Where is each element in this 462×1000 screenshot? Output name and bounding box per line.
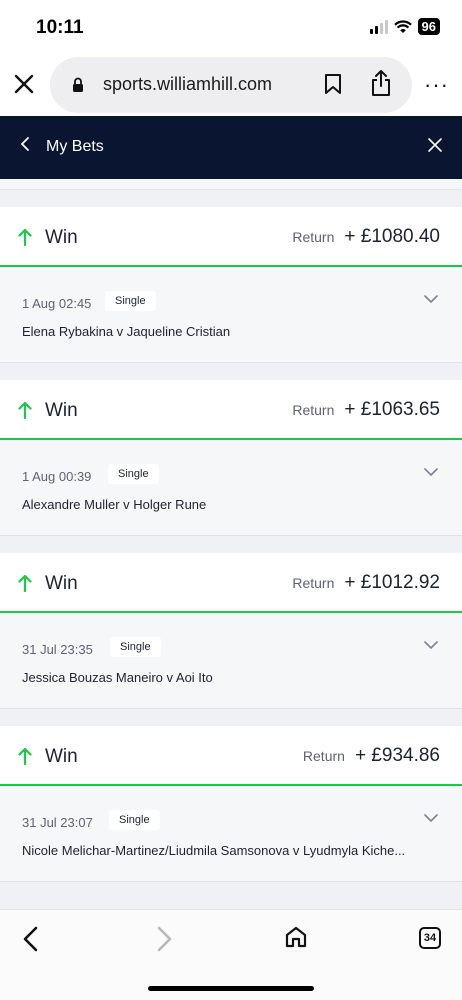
bet-summary: Win Return + £1063.65 <box>0 380 462 440</box>
bookmark-icon[interactable] <box>324 73 342 100</box>
back-icon[interactable] <box>20 136 30 157</box>
more-icon[interactable]: ··· <box>424 74 449 96</box>
bet-card[interactable]: Win Return + £1080.40 1 Aug 02:45 Single… <box>0 207 462 363</box>
browser-toolbar: sports.williamhill.com ··· <box>0 52 462 116</box>
close-icon[interactable] <box>12 72 36 96</box>
back-icon[interactable] <box>22 926 40 957</box>
bet-card[interactable]: Win Return + £1063.65 1 Aug 00:39 Single… <box>0 380 462 536</box>
return-amount: + £1063.65 <box>344 399 440 420</box>
bet-type-badge: Single <box>109 810 160 830</box>
bet-details: 1 Aug 02:45 Single Elena Rybakina v Jaqu… <box>0 267 462 363</box>
return-amount: + £934.86 <box>354 745 440 766</box>
previous-bet-edge <box>0 179 462 190</box>
page-title: My Bets <box>46 138 104 155</box>
win-arrow-icon <box>18 401 32 424</box>
return-amount: + £1012.92 <box>344 572 440 593</box>
bet-event: Alexandre Muller v Holger Rune <box>22 497 207 512</box>
win-arrow-icon <box>18 228 32 251</box>
bet-date: 1 Aug 00:39 <box>22 469 92 484</box>
return-info: Return + £934.86 <box>303 745 440 767</box>
battery-icon: 96 <box>417 18 440 35</box>
bet-event: Elena Rybakina v Jaqueline Cristian <box>22 324 231 339</box>
signal-icon <box>369 19 388 34</box>
bet-event: Jessica Bouzas Maneiro v Aoi Ito <box>22 670 213 685</box>
bet-result: Win <box>45 227 78 248</box>
tabs-icon[interactable]: 34 <box>419 927 441 949</box>
bet-result: Win <box>45 573 78 594</box>
bet-summary: Win Return + £1012.92 <box>0 553 462 613</box>
browser-bottom-bar: 34 <box>0 909 462 1000</box>
return-info: Return + £1063.65 <box>292 399 440 421</box>
bet-summary: Win Return + £1080.40 <box>0 207 462 267</box>
status-indicators: 96 <box>369 18 440 35</box>
bet-details: 31 Jul 23:07 Single Nicole Melichar-Mart… <box>0 786 462 882</box>
return-label: Return <box>292 402 335 418</box>
bet-card[interactable]: Win Return + £1012.92 31 Jul 23:35 Singl… <box>0 553 462 709</box>
chevron-down-icon[interactable] <box>424 637 438 655</box>
forward-icon[interactable] <box>155 926 173 957</box>
chevron-down-icon[interactable] <box>424 291 438 309</box>
share-icon[interactable] <box>370 69 392 102</box>
bet-type-badge: Single <box>108 464 159 484</box>
url-text: sports.williamhill.com <box>103 74 273 94</box>
bet-date: 31 Jul 23:35 <box>22 642 93 657</box>
bet-details: 31 Jul 23:35 Single Jessica Bouzas Manei… <box>0 613 462 709</box>
bet-date: 1 Aug 02:45 <box>22 296 92 311</box>
bet-type-badge: Single <box>110 637 161 657</box>
chevron-down-icon[interactable] <box>424 464 438 482</box>
home-icon[interactable] <box>284 925 308 954</box>
close-panel-icon[interactable] <box>428 138 442 157</box>
return-info: Return + £1012.92 <box>292 572 440 594</box>
bet-card[interactable]: Win Return + £934.86 31 Jul 23:07 Single… <box>0 726 462 882</box>
bet-result: Win <box>45 746 78 767</box>
chevron-down-icon[interactable] <box>424 810 438 828</box>
return-amount: + £1080.40 <box>344 226 440 247</box>
bet-type-badge: Single <box>105 291 156 311</box>
lock-icon <box>72 77 84 97</box>
my-bets-header: My Bets <box>0 116 462 179</box>
return-label: Return <box>292 575 335 591</box>
status-time: 10:11 <box>36 17 84 38</box>
return-info: Return + £1080.40 <box>292 226 440 248</box>
win-arrow-icon <box>18 574 32 597</box>
bet-event: Nicole Melichar-Martinez/Liudmila Samson… <box>22 843 406 858</box>
return-label: Return <box>302 748 345 764</box>
bet-details: 1 Aug 00:39 Single Alexandre Muller v Ho… <box>0 440 462 536</box>
bet-date: 31 Jul 23:07 <box>22 815 93 830</box>
status-bar: 10:11 96 <box>0 0 462 52</box>
address-bar[interactable]: sports.williamhill.com <box>50 57 412 113</box>
return-label: Return <box>292 229 335 245</box>
home-indicator <box>148 986 314 991</box>
bet-result: Win <box>45 400 78 421</box>
bet-summary: Win Return + £934.86 <box>0 726 462 786</box>
bets-list: Win Return + £1080.40 1 Aug 02:45 Single… <box>0 179 462 909</box>
win-arrow-icon <box>18 747 32 770</box>
wifi-icon <box>393 19 412 34</box>
